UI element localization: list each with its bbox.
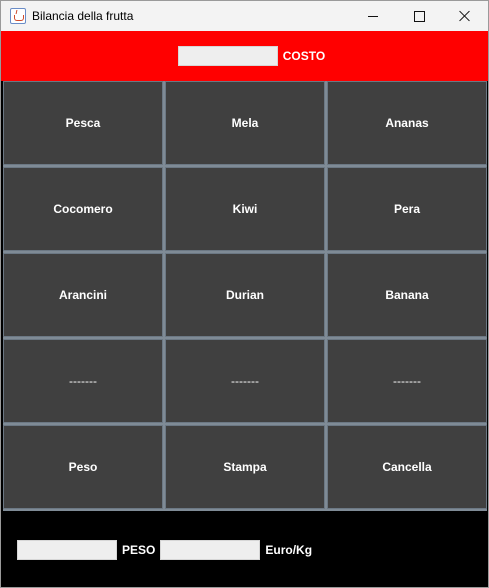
cost-panel: COSTO (1, 31, 488, 81)
pesca-button[interactable]: Pesca (3, 81, 163, 165)
stampa-button[interactable]: Stampa (165, 425, 325, 509)
banana-button[interactable]: Banana (327, 253, 487, 337)
price-per-kg-label: Euro/Kg (265, 543, 313, 557)
arancini-button[interactable]: Arancini (3, 253, 163, 337)
cost-label: COSTO (282, 49, 326, 63)
weight-price-panel: PESO Euro/Kg (1, 513, 488, 587)
empty-button-3[interactable]: ------- (327, 339, 487, 423)
fruit-keypad: Pesca Mela Ananas Cocomero Kiwi Pera Ara… (3, 81, 487, 511)
kiwi-button[interactable]: Kiwi (165, 167, 325, 251)
empty-button-2[interactable]: ------- (165, 339, 325, 423)
java-app-icon (10, 8, 26, 24)
ananas-button[interactable]: Ananas (327, 81, 487, 165)
window-title: Bilancia della frutta (32, 9, 134, 23)
cost-field[interactable] (177, 46, 278, 66)
cancella-button[interactable]: Cancella (327, 425, 487, 509)
weight-field[interactable] (17, 540, 117, 560)
title-bar[interactable]: Bilancia della frutta (1, 1, 488, 31)
price-per-kg-field[interactable] (160, 540, 261, 560)
empty-button-1[interactable]: ------- (3, 339, 163, 423)
minimize-button[interactable] (350, 1, 396, 31)
app-window: Bilancia della frutta COSTO Pesca Mela A… (0, 0, 489, 588)
weight-label: PESO (122, 543, 156, 557)
mela-button[interactable]: Mela (165, 81, 325, 165)
maximize-icon (413, 10, 425, 22)
close-icon (459, 10, 471, 22)
cocomero-button[interactable]: Cocomero (3, 167, 163, 251)
minimize-icon (368, 15, 378, 17)
durian-button[interactable]: Durian (165, 253, 325, 337)
pera-button[interactable]: Pera (327, 167, 487, 251)
peso-button[interactable]: Peso (3, 425, 163, 509)
close-button[interactable] (442, 1, 488, 31)
maximize-button[interactable] (396, 1, 442, 31)
